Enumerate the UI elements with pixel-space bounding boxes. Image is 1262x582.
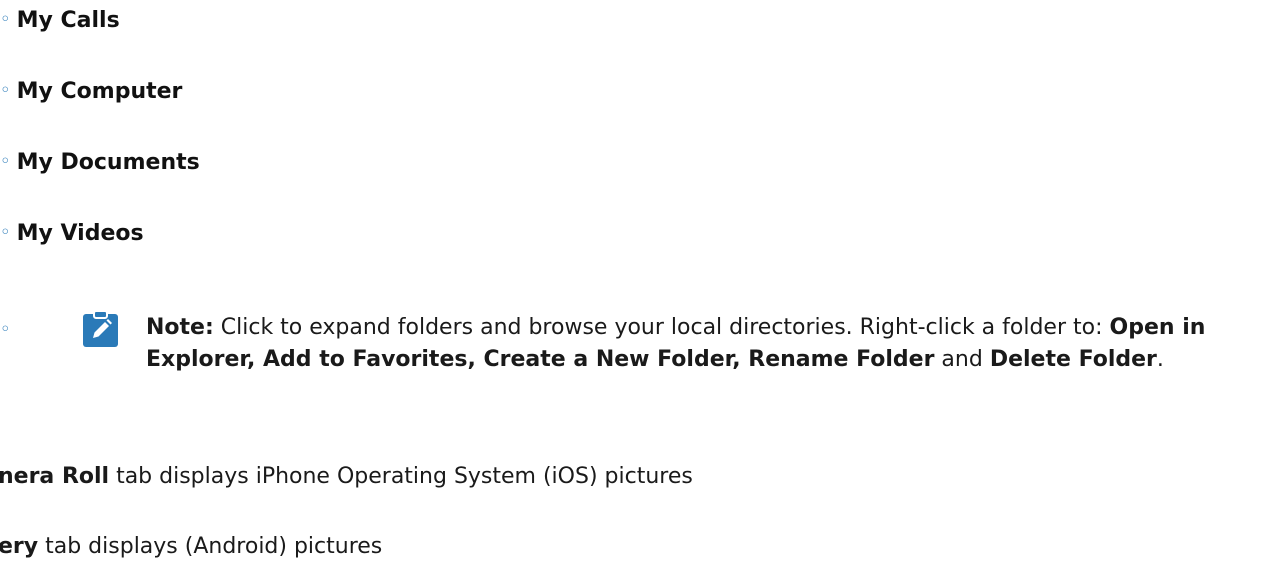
camera-roll-text: tab displays iPhone Operating System (iO… — [109, 464, 693, 489]
note-body-3: . — [1156, 347, 1164, 372]
note-last-action: Delete Folder — [989, 347, 1157, 372]
camera-roll-tab-name: nera Roll — [0, 464, 110, 489]
list-item: ◦ My Computer — [0, 77, 182, 108]
list-item: ◦ My Documents — [0, 148, 200, 179]
clipboard-pencil-icon — [83, 310, 118, 347]
gallery-text: tab displays (Android) pictures — [38, 534, 383, 559]
bullet-marker: ◦ — [0, 151, 11, 172]
camera-roll-description: nera Roll tab displays iPhone Operating … — [0, 462, 693, 492]
bullet-marker: ◦ — [0, 319, 11, 340]
bullet-marker: ◦ — [0, 80, 11, 101]
note-body-2: and — [934, 347, 990, 372]
note-label: Note: — [146, 315, 214, 340]
note-body-1: Click to expand folders and browse your … — [213, 315, 1110, 340]
note-text: Note: Click to expand folders and browse… — [146, 312, 1256, 376]
list-item: ◦ My Videos — [0, 219, 144, 250]
gallery-description: ery tab displays (Android) pictures — [0, 532, 382, 562]
list-item-label-my-documents: My Documents — [16, 150, 200, 175]
bullet-marker: ◦ — [0, 222, 11, 243]
list-item-label-my-videos: My Videos — [16, 221, 144, 246]
bullet-marker: ◦ — [0, 9, 11, 30]
list-item: ◦ My Calls — [0, 6, 120, 37]
list-item-label-my-computer: My Computer — [16, 79, 183, 104]
gallery-tab-name: ery — [0, 534, 39, 559]
list-item-label-my-calls: My Calls — [16, 8, 120, 33]
